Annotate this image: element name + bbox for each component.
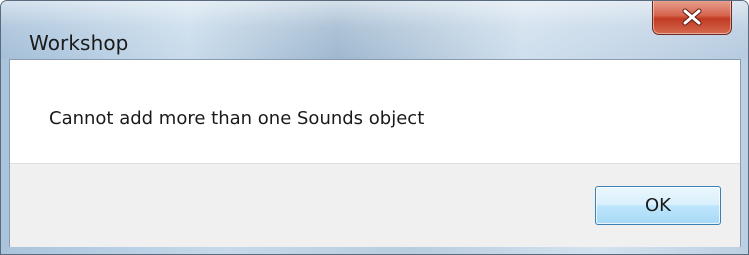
window-title: Workshop (29, 31, 129, 55)
dialog-window: Workshop Cannot add more than one Sounds… (0, 0, 749, 255)
title-bar[interactable]: Workshop (1, 1, 748, 59)
ok-button[interactable]: OK (595, 186, 721, 225)
dialog-client-area: Cannot add more than one Sounds object O… (9, 59, 741, 247)
dialog-message: Cannot add more than one Sounds object (49, 108, 425, 129)
close-icon (681, 8, 703, 26)
button-bar: OK (10, 163, 740, 247)
close-button[interactable] (652, 1, 732, 35)
message-area: Cannot add more than one Sounds object (10, 60, 740, 163)
